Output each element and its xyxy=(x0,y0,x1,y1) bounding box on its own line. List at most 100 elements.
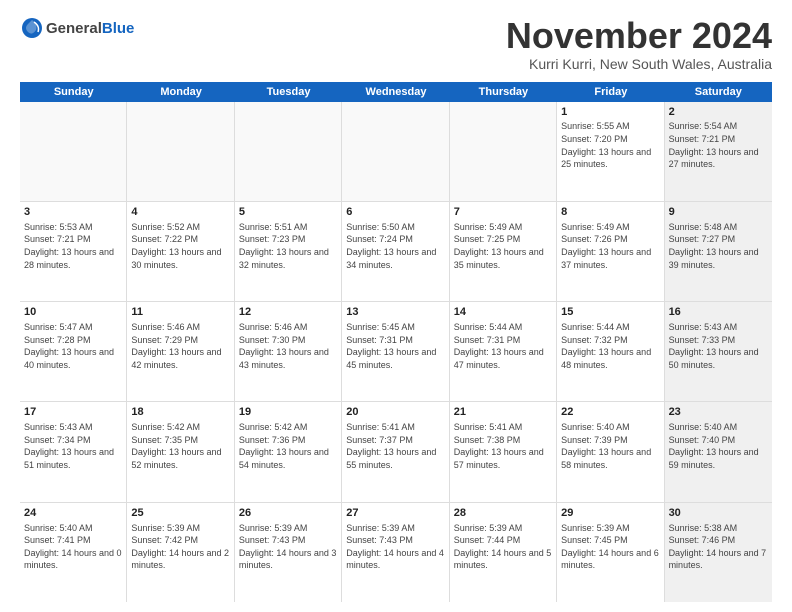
day-number-16: 16 xyxy=(669,305,768,320)
day-info-25: Sunrise: 5:39 AM Sunset: 7:42 PM Dayligh… xyxy=(131,522,229,572)
title-section: November 2024 Kurri Kurri, New South Wal… xyxy=(506,16,772,72)
day-number-4: 4 xyxy=(131,205,229,220)
day-26: 26Sunrise: 5:39 AM Sunset: 7:43 PM Dayli… xyxy=(235,503,342,602)
day-number-9: 9 xyxy=(669,205,768,220)
day-info-23: Sunrise: 5:40 AM Sunset: 7:40 PM Dayligh… xyxy=(669,421,768,471)
header-wednesday: Wednesday xyxy=(342,82,449,102)
day-number-24: 24 xyxy=(24,506,122,521)
day-number-18: 18 xyxy=(131,405,229,420)
day-number-1: 1 xyxy=(561,105,659,120)
day-number-10: 10 xyxy=(24,305,122,320)
day-27: 27Sunrise: 5:39 AM Sunset: 7:43 PM Dayli… xyxy=(342,503,449,602)
day-info-20: Sunrise: 5:41 AM Sunset: 7:37 PM Dayligh… xyxy=(346,421,444,471)
day-18: 18Sunrise: 5:42 AM Sunset: 7:35 PM Dayli… xyxy=(127,402,234,501)
day-7: 7Sunrise: 5:49 AM Sunset: 7:25 PM Daylig… xyxy=(450,202,557,301)
day-3: 3Sunrise: 5:53 AM Sunset: 7:21 PM Daylig… xyxy=(20,202,127,301)
header-friday: Friday xyxy=(557,82,664,102)
day-info-10: Sunrise: 5:47 AM Sunset: 7:28 PM Dayligh… xyxy=(24,321,122,371)
day-info-4: Sunrise: 5:52 AM Sunset: 7:22 PM Dayligh… xyxy=(131,221,229,271)
page: GeneralBlue November 2024 Kurri Kurri, N… xyxy=(0,0,792,612)
day-info-19: Sunrise: 5:42 AM Sunset: 7:36 PM Dayligh… xyxy=(239,421,337,471)
day-number-8: 8 xyxy=(561,205,659,220)
header: GeneralBlue November 2024 Kurri Kurri, N… xyxy=(20,16,772,72)
day-info-21: Sunrise: 5:41 AM Sunset: 7:38 PM Dayligh… xyxy=(454,421,552,471)
day-number-6: 6 xyxy=(346,205,444,220)
day-info-18: Sunrise: 5:42 AM Sunset: 7:35 PM Dayligh… xyxy=(131,421,229,471)
day-number-2: 2 xyxy=(669,105,768,120)
day-4: 4Sunrise: 5:52 AM Sunset: 7:22 PM Daylig… xyxy=(127,202,234,301)
day-info-9: Sunrise: 5:48 AM Sunset: 7:27 PM Dayligh… xyxy=(669,221,768,271)
logo-icon xyxy=(20,16,44,40)
day-info-11: Sunrise: 5:46 AM Sunset: 7:29 PM Dayligh… xyxy=(131,321,229,371)
day-21: 21Sunrise: 5:41 AM Sunset: 7:38 PM Dayli… xyxy=(450,402,557,501)
day-number-7: 7 xyxy=(454,205,552,220)
header-sunday: Sunday xyxy=(20,82,127,102)
logo: GeneralBlue xyxy=(20,16,134,40)
day-info-1: Sunrise: 5:55 AM Sunset: 7:20 PM Dayligh… xyxy=(561,120,659,170)
logo-blue: Blue xyxy=(102,20,135,37)
day-info-14: Sunrise: 5:44 AM Sunset: 7:31 PM Dayligh… xyxy=(454,321,552,371)
day-number-11: 11 xyxy=(131,305,229,320)
calendar: Sunday Monday Tuesday Wednesday Thursday… xyxy=(20,82,772,602)
empty-cell xyxy=(127,102,234,201)
day-info-3: Sunrise: 5:53 AM Sunset: 7:21 PM Dayligh… xyxy=(24,221,122,271)
day-info-7: Sunrise: 5:49 AM Sunset: 7:25 PM Dayligh… xyxy=(454,221,552,271)
day-13: 13Sunrise: 5:45 AM Sunset: 7:31 PM Dayli… xyxy=(342,302,449,401)
day-info-28: Sunrise: 5:39 AM Sunset: 7:44 PM Dayligh… xyxy=(454,522,552,572)
day-number-12: 12 xyxy=(239,305,337,320)
day-info-5: Sunrise: 5:51 AM Sunset: 7:23 PM Dayligh… xyxy=(239,221,337,271)
day-number-25: 25 xyxy=(131,506,229,521)
day-17: 17Sunrise: 5:43 AM Sunset: 7:34 PM Dayli… xyxy=(20,402,127,501)
day-info-13: Sunrise: 5:45 AM Sunset: 7:31 PM Dayligh… xyxy=(346,321,444,371)
day-number-23: 23 xyxy=(669,405,768,420)
day-number-13: 13 xyxy=(346,305,444,320)
day-info-16: Sunrise: 5:43 AM Sunset: 7:33 PM Dayligh… xyxy=(669,321,768,371)
day-28: 28Sunrise: 5:39 AM Sunset: 7:44 PM Dayli… xyxy=(450,503,557,602)
month-title: November 2024 xyxy=(506,16,772,56)
day-11: 11Sunrise: 5:46 AM Sunset: 7:29 PM Dayli… xyxy=(127,302,234,401)
day-25: 25Sunrise: 5:39 AM Sunset: 7:42 PM Dayli… xyxy=(127,503,234,602)
day-14: 14Sunrise: 5:44 AM Sunset: 7:31 PM Dayli… xyxy=(450,302,557,401)
header-saturday: Saturday xyxy=(665,82,772,102)
day-info-26: Sunrise: 5:39 AM Sunset: 7:43 PM Dayligh… xyxy=(239,522,337,572)
day-8: 8Sunrise: 5:49 AM Sunset: 7:26 PM Daylig… xyxy=(557,202,664,301)
day-5: 5Sunrise: 5:51 AM Sunset: 7:23 PM Daylig… xyxy=(235,202,342,301)
day-info-2: Sunrise: 5:54 AM Sunset: 7:21 PM Dayligh… xyxy=(669,120,768,170)
day-2: 2Sunrise: 5:54 AM Sunset: 7:21 PM Daylig… xyxy=(665,102,772,201)
day-29: 29Sunrise: 5:39 AM Sunset: 7:45 PM Dayli… xyxy=(557,503,664,602)
day-info-24: Sunrise: 5:40 AM Sunset: 7:41 PM Dayligh… xyxy=(24,522,122,572)
day-info-12: Sunrise: 5:46 AM Sunset: 7:30 PM Dayligh… xyxy=(239,321,337,371)
empty-cell xyxy=(450,102,557,201)
day-info-15: Sunrise: 5:44 AM Sunset: 7:32 PM Dayligh… xyxy=(561,321,659,371)
day-number-5: 5 xyxy=(239,205,337,220)
day-info-17: Sunrise: 5:43 AM Sunset: 7:34 PM Dayligh… xyxy=(24,421,122,471)
day-10: 10Sunrise: 5:47 AM Sunset: 7:28 PM Dayli… xyxy=(20,302,127,401)
day-number-30: 30 xyxy=(669,506,768,521)
day-19: 19Sunrise: 5:42 AM Sunset: 7:36 PM Dayli… xyxy=(235,402,342,501)
day-6: 6Sunrise: 5:50 AM Sunset: 7:24 PM Daylig… xyxy=(342,202,449,301)
week-row-5: 24Sunrise: 5:40 AM Sunset: 7:41 PM Dayli… xyxy=(20,503,772,602)
day-24: 24Sunrise: 5:40 AM Sunset: 7:41 PM Dayli… xyxy=(20,503,127,602)
day-number-20: 20 xyxy=(346,405,444,420)
day-number-3: 3 xyxy=(24,205,122,220)
calendar-body: 1Sunrise: 5:55 AM Sunset: 7:20 PM Daylig… xyxy=(20,102,772,602)
day-22: 22Sunrise: 5:40 AM Sunset: 7:39 PM Dayli… xyxy=(557,402,664,501)
header-monday: Monday xyxy=(127,82,234,102)
day-info-30: Sunrise: 5:38 AM Sunset: 7:46 PM Dayligh… xyxy=(669,522,768,572)
day-number-27: 27 xyxy=(346,506,444,521)
day-number-26: 26 xyxy=(239,506,337,521)
day-number-15: 15 xyxy=(561,305,659,320)
logo-general: General xyxy=(46,20,102,37)
day-info-27: Sunrise: 5:39 AM Sunset: 7:43 PM Dayligh… xyxy=(346,522,444,572)
day-1: 1Sunrise: 5:55 AM Sunset: 7:20 PM Daylig… xyxy=(557,102,664,201)
day-16: 16Sunrise: 5:43 AM Sunset: 7:33 PM Dayli… xyxy=(665,302,772,401)
empty-cell xyxy=(342,102,449,201)
day-number-29: 29 xyxy=(561,506,659,521)
day-30: 30Sunrise: 5:38 AM Sunset: 7:46 PM Dayli… xyxy=(665,503,772,602)
day-number-17: 17 xyxy=(24,405,122,420)
empty-cell xyxy=(20,102,127,201)
week-row-3: 10Sunrise: 5:47 AM Sunset: 7:28 PM Dayli… xyxy=(20,302,772,402)
day-20: 20Sunrise: 5:41 AM Sunset: 7:37 PM Dayli… xyxy=(342,402,449,501)
week-row-1: 1Sunrise: 5:55 AM Sunset: 7:20 PM Daylig… xyxy=(20,102,772,202)
day-15: 15Sunrise: 5:44 AM Sunset: 7:32 PM Dayli… xyxy=(557,302,664,401)
